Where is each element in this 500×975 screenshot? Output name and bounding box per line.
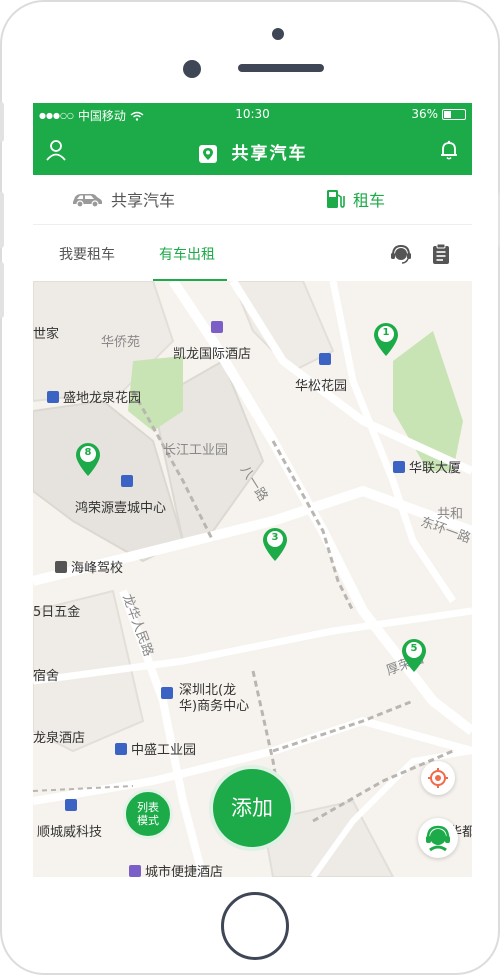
map-label: 华联大厦 [409, 461, 462, 476]
pin-number: 5 [410, 643, 418, 654]
car-icon [73, 194, 102, 208]
pin-number: 3 [271, 532, 279, 543]
add-button[interactable]: 添加 [209, 765, 295, 851]
car-pin[interactable]: 8 [73, 441, 103, 477]
map-poi: 城市便捷酒店 [129, 861, 223, 877]
bus-icon [55, 560, 67, 573]
tab-have-car[interactable]: 有车出租 [159, 244, 215, 264]
map-label: 长江工业园 [163, 443, 229, 458]
phone-frame: ●●●○○ 中国移动 10:30 36% 共享汽车 共享汽车 租车 我要租车 有… [0, 0, 500, 975]
map-label: 顺城威科技 [37, 825, 103, 840]
building-icon [65, 799, 77, 811]
locate-button[interactable] [421, 761, 455, 795]
building-icon [115, 742, 127, 755]
sub-tabs: 我要租车 有车出租 [33, 225, 472, 281]
map-label: 龙泉酒店 [33, 731, 86, 746]
page-title: 共享汽车 [33, 139, 472, 164]
car-pin[interactable]: 5 [399, 637, 429, 673]
speaker [238, 64, 324, 72]
support-button[interactable] [418, 818, 458, 858]
map-poi [65, 799, 77, 811]
clipboard-icon[interactable] [431, 243, 451, 265]
map-poi: 华联大厦 [393, 457, 461, 476]
mode-bar: 共享汽车 租车 [33, 175, 472, 225]
map-poi [161, 687, 173, 699]
car-pin[interactable]: 3 [260, 526, 290, 562]
map-poi [121, 475, 133, 487]
building-icon [161, 687, 173, 699]
map-poi [319, 353, 331, 365]
mode-label: 共享汽车 [111, 191, 176, 210]
map-label: 宿舍 [33, 669, 60, 684]
map-poi: 海峰驾校 [55, 557, 123, 576]
map-label: 海峰驾校 [71, 561, 124, 576]
map-label: 世家 [33, 327, 60, 342]
battery-percent: 36% [411, 107, 438, 121]
tab-rent-car[interactable]: 我要租车 [59, 244, 115, 264]
map-poi: 中盛工业园 [115, 739, 196, 758]
side-button [0, 102, 4, 142]
list-mode-label: 列表 [137, 801, 159, 814]
mode-rent[interactable]: 租车 [325, 187, 385, 211]
locate-icon [428, 768, 448, 788]
map-label: 5日五金 [33, 605, 81, 620]
customer-service-icon[interactable] [390, 243, 412, 265]
map-label: 中盛工业园 [131, 743, 197, 758]
hotel-icon [211, 321, 223, 333]
pin-number: 1 [382, 327, 390, 338]
home-button[interactable] [221, 892, 289, 960]
status-bar: ●●●○○ 中国移动 10:30 36% [33, 103, 472, 125]
list-mode-label: 模式 [137, 814, 159, 827]
building-icon [319, 353, 331, 365]
map-label: 华松花园 [295, 379, 348, 394]
map-poi [211, 321, 223, 333]
mode-label: 租车 [353, 191, 386, 210]
map-poi: 盛地龙泉花园 [47, 387, 141, 406]
nav-bar: 共享汽车 [33, 125, 472, 175]
fuel-pump-icon [327, 190, 345, 208]
map-label: 凯龙国际酒店 [173, 347, 252, 362]
title-text: 共享汽车 [231, 144, 308, 164]
pin-number: 8 [84, 447, 92, 458]
front-camera [272, 28, 284, 40]
map-label: 华侨苑 [101, 335, 141, 350]
side-button [0, 262, 4, 318]
car-pin[interactable]: 1 [371, 321, 401, 357]
building-icon [393, 460, 405, 473]
clock: 10:30 [235, 107, 270, 121]
map-label: 鸿荣源壹城中心 [75, 501, 167, 516]
battery-icon [442, 108, 466, 120]
building-icon [121, 475, 133, 487]
building-icon [47, 390, 59, 403]
mode-shared-car[interactable]: 共享汽车 [71, 187, 175, 211]
app-logo-icon [198, 145, 217, 163]
bell-icon[interactable] [438, 139, 460, 161]
sensor [183, 60, 201, 78]
side-button [0, 192, 4, 248]
support-agent-icon [426, 825, 450, 852]
map-label: 华)商务中心 [179, 699, 250, 714]
app-screen: ●●●○○ 中国移动 10:30 36% 共享汽车 共享汽车 租车 我要租车 有… [33, 103, 472, 877]
list-mode-button[interactable]: 列表 模式 [123, 789, 173, 839]
map-label: 城市便捷酒店 [145, 865, 224, 877]
map-label: 盛地龙泉花园 [63, 391, 142, 406]
hotel-icon [129, 864, 141, 877]
